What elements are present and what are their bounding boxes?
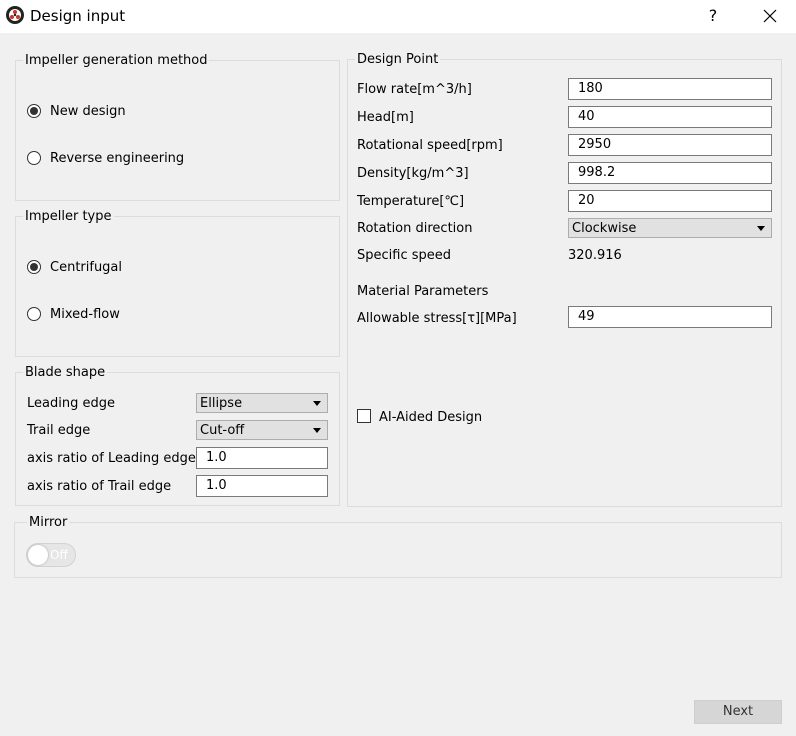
rotation-direction-value: Clockwise bbox=[572, 221, 637, 236]
toggle-knob bbox=[28, 545, 48, 565]
app-logo-icon bbox=[6, 6, 24, 24]
radio-mixed-flow[interactable] bbox=[27, 307, 41, 321]
flow-rate-label: Flow rate[m^3/h] bbox=[357, 82, 472, 97]
radio-reverse-engineering[interactable] bbox=[27, 151, 41, 165]
ai-aided-design-label: AI-Aided Design bbox=[379, 410, 483, 425]
radio-centrifugal[interactable] bbox=[27, 260, 41, 274]
trail-edge-label: Trail edge bbox=[27, 423, 91, 438]
blade-shape-legend: Blade shape bbox=[25, 365, 106, 380]
new-design-label: New design bbox=[50, 104, 126, 119]
radio-new-design[interactable] bbox=[27, 104, 41, 118]
axis-ratio-trail-label: axis ratio of Trail edge bbox=[27, 479, 172, 494]
mirror-group: Mirror bbox=[14, 515, 782, 578]
head-label: Head[m] bbox=[357, 110, 414, 125]
allowable-stress-label: Allowable stress[τ][MPa] bbox=[357, 311, 517, 326]
leading-edge-select[interactable]: Ellipse bbox=[196, 393, 328, 413]
flow-rate-input[interactable]: 180 bbox=[568, 78, 772, 100]
material-parameters-heading: Material Parameters bbox=[357, 284, 489, 299]
reverse-engineering-label: Reverse engineering bbox=[50, 151, 185, 166]
help-button[interactable]: ? bbox=[700, 4, 726, 28]
chevron-down-icon bbox=[313, 428, 321, 433]
title-bar: Design input ? bbox=[0, 0, 796, 33]
axis-ratio-leading-label: axis ratio of Leading edge bbox=[27, 451, 196, 466]
mirror-toggle-label: Off bbox=[50, 548, 68, 562]
allowable-stress-input[interactable]: 49 bbox=[568, 306, 772, 328]
rotation-direction-label: Rotation direction bbox=[357, 221, 473, 236]
specific-speed-label: Specific speed bbox=[357, 248, 452, 263]
axis-ratio-leading-input[interactable]: 1.0 bbox=[196, 447, 328, 469]
ai-aided-design-checkbox[interactable] bbox=[357, 409, 371, 423]
axis-ratio-trail-input[interactable]: 1.0 bbox=[196, 475, 328, 497]
temperature-label: Temperature[℃] bbox=[357, 194, 465, 209]
centrifugal-label: Centrifugal bbox=[50, 260, 123, 275]
design-point-legend: Design Point bbox=[357, 52, 439, 67]
leading-edge-label: Leading edge bbox=[27, 396, 115, 411]
impeller-type-group: Impeller type bbox=[15, 209, 340, 357]
rotational-speed-input[interactable]: 2950 bbox=[568, 134, 772, 156]
impeller-type-legend: Impeller type bbox=[25, 209, 112, 224]
density-label: Density[kg/m^3] bbox=[357, 166, 469, 181]
leading-edge-value: Ellipse bbox=[200, 396, 243, 411]
window-title: Design input bbox=[30, 7, 126, 25]
next-button[interactable]: Next bbox=[694, 700, 782, 724]
trail-edge-value: Cut-off bbox=[200, 423, 245, 438]
rotational-speed-label: Rotational speed[rpm] bbox=[357, 138, 503, 153]
trail-edge-select[interactable]: Cut-off bbox=[196, 420, 328, 440]
temperature-input[interactable]: 20 bbox=[568, 190, 772, 212]
mirror-legend: Mirror bbox=[29, 515, 68, 530]
close-button[interactable] bbox=[752, 4, 786, 28]
head-input[interactable]: 40 bbox=[568, 106, 772, 128]
density-input[interactable]: 998.2 bbox=[568, 162, 772, 184]
chevron-down-icon bbox=[313, 401, 321, 406]
mirror-toggle[interactable]: Off bbox=[26, 543, 76, 567]
chevron-down-icon bbox=[757, 226, 765, 231]
mixed-flow-label: Mixed-flow bbox=[50, 307, 120, 322]
impeller-method-legend: Impeller generation method bbox=[25, 53, 208, 68]
close-icon bbox=[763, 9, 777, 23]
impeller-method-group: Impeller generation method bbox=[15, 53, 340, 201]
rotation-direction-select[interactable]: Clockwise bbox=[568, 218, 772, 238]
specific-speed-value: 320.916 bbox=[568, 248, 622, 263]
